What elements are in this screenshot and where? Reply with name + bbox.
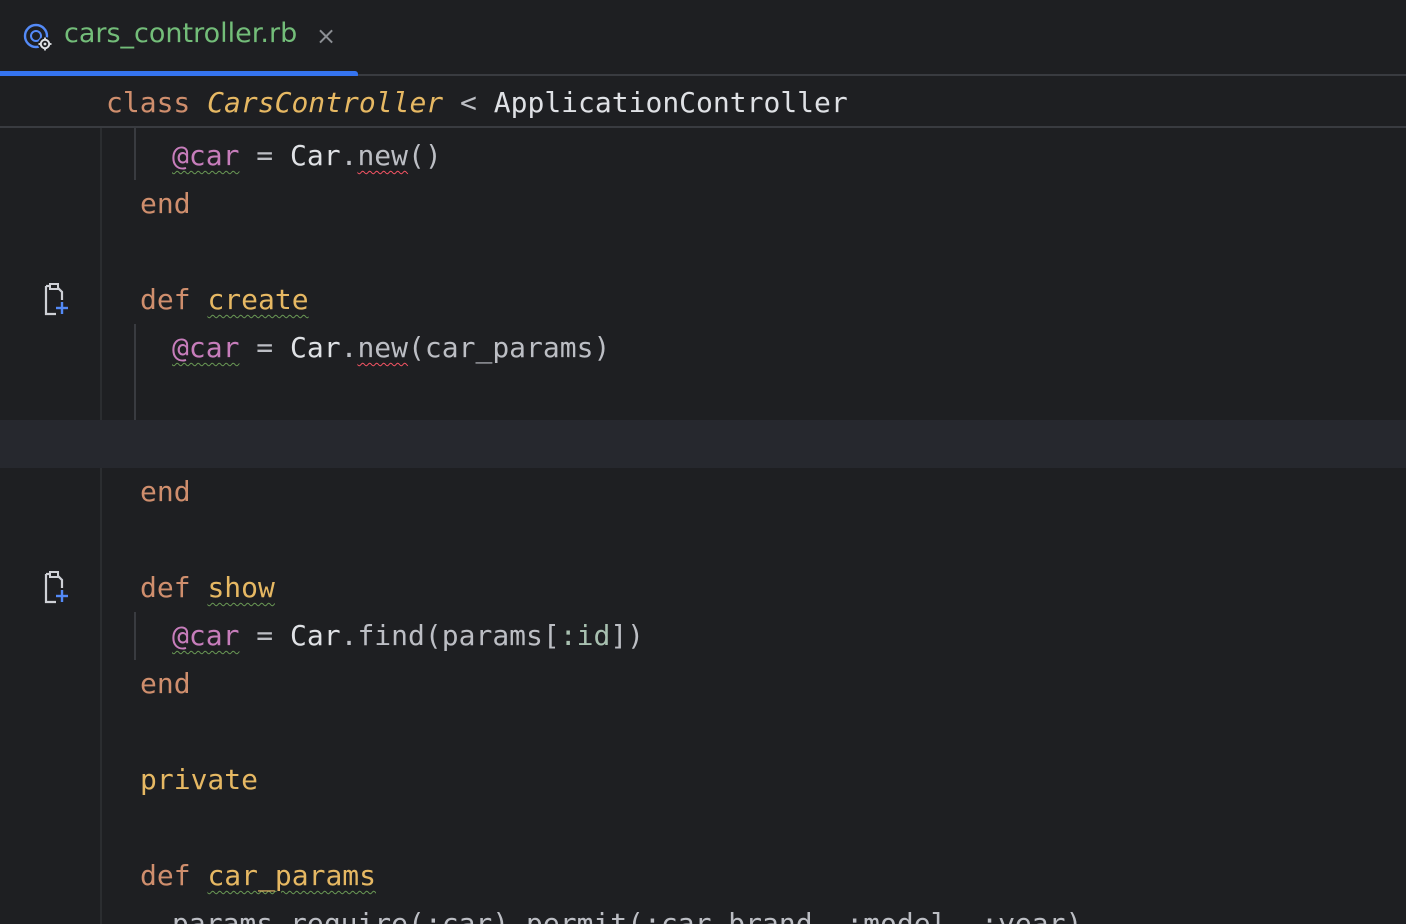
instance-variable: @car (172, 331, 240, 364)
code-line[interactable]: params.require(:car).permit(:car_brand, … (0, 900, 1406, 924)
keyword: def (140, 859, 191, 892)
method-call: new (357, 331, 409, 364)
gutter-divider (100, 128, 102, 924)
method-name: car_params (207, 859, 377, 892)
code-line[interactable] (0, 372, 1406, 420)
method-name: show (207, 571, 275, 604)
close-icon[interactable]: × (314, 22, 338, 50)
keyword: end (140, 667, 191, 700)
constant: Car (290, 619, 341, 652)
method-name: create (207, 283, 309, 316)
constant: Car (290, 331, 341, 364)
sticky-class-line: class CarsController < ApplicationContro… (106, 86, 848, 119)
code-line[interactable]: end (0, 180, 1406, 228)
add-test-file-icon[interactable] (38, 570, 70, 606)
method-call: new (357, 139, 409, 172)
code-text: params.require(:car).permit(:car_brand, … (172, 907, 1083, 924)
class-name: CarsController (207, 86, 444, 119)
tab-filename: cars_controller.rb (64, 18, 298, 49)
keyword: end (140, 187, 191, 220)
method-call: find (357, 619, 425, 652)
code-line[interactable]: private (0, 756, 1406, 804)
keyword: end (140, 475, 191, 508)
symbol: :id (559, 619, 611, 652)
tab-cars-controller[interactable]: cars_controller.rb × (0, 0, 358, 78)
ruby-controller-icon (23, 23, 52, 51)
instance-variable: @car (172, 619, 240, 652)
code-line[interactable]: def car_params (0, 852, 1406, 900)
sticky-scope-header[interactable]: class CarsController < ApplicationContro… (0, 76, 1406, 128)
keyword: class (106, 86, 191, 119)
code-line[interactable]: @car = Car.find(params[:id]) (0, 612, 1406, 660)
operator: < (460, 86, 477, 119)
parent-class: ApplicationController (493, 86, 848, 119)
code-line[interactable]: @car = Car.new(car_params) (0, 324, 1406, 372)
code-line[interactable]: def show (0, 564, 1406, 612)
editor-tab-bar: cars_controller.rb × (0, 0, 1406, 78)
keyword: def (140, 283, 191, 316)
add-test-file-icon[interactable] (38, 282, 70, 318)
keyword: def (140, 571, 191, 604)
keyword-private: private (140, 763, 259, 796)
constant: Car (290, 139, 341, 172)
code-line[interactable]: def create (0, 276, 1406, 324)
code-editor[interactable]: @car = Car.new() end def create @car = C… (0, 128, 1406, 924)
instance-variable: @car (172, 139, 240, 172)
code-line[interactable]: end (0, 660, 1406, 708)
code-line[interactable]: @car = Car.new() (0, 132, 1406, 180)
current-line[interactable] (0, 420, 1406, 468)
code-line[interactable]: end (0, 468, 1406, 516)
